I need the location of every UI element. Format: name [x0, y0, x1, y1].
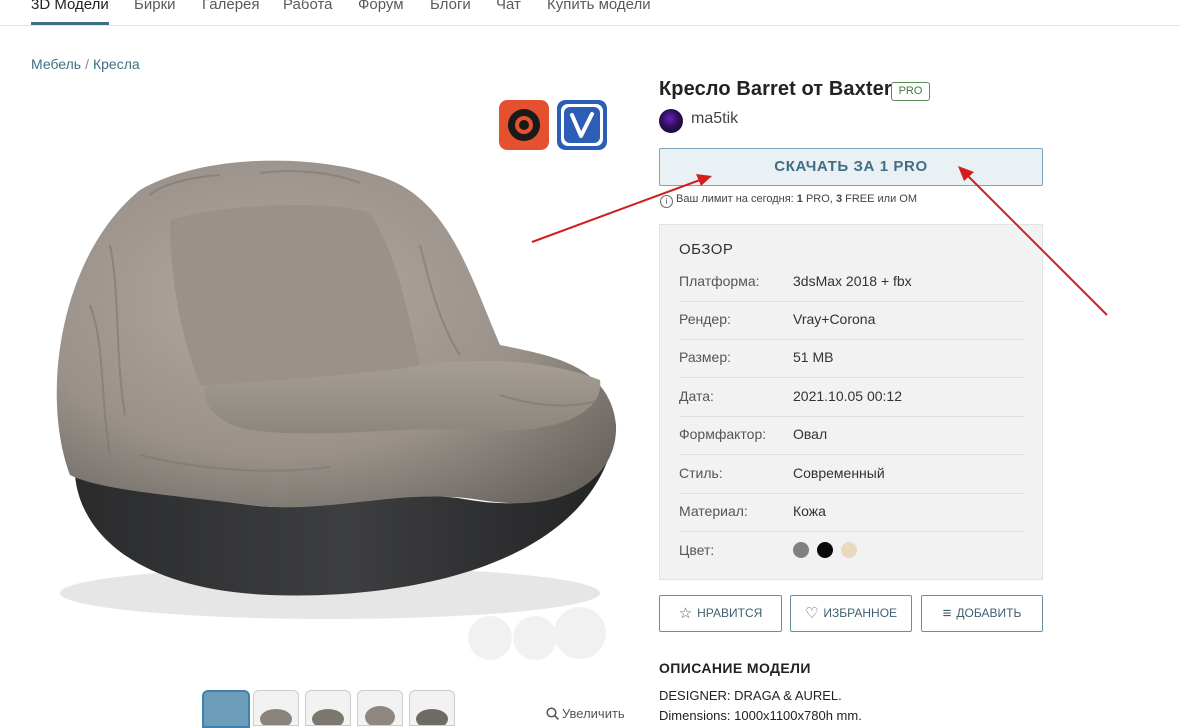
overview-row-date: Дата: 2021.10.05 00:12	[679, 378, 1024, 417]
overview-title: ОБЗОР	[679, 241, 734, 258]
gallery-thumbnail[interactable]	[253, 690, 299, 726]
top-nav: 3D Модели Бирки Галерея Работа Форум Бло…	[0, 0, 1180, 26]
author-name[interactable]: ma5tik	[691, 110, 738, 128]
overview-value: 51 MB	[793, 349, 834, 365]
overview-value[interactable]: Vray+Corona	[793, 311, 875, 327]
overview-row-style: Стиль: Современный	[679, 455, 1024, 494]
corona-render-icon	[499, 100, 549, 150]
overview-row-render: Рендер: Vray+Corona	[679, 301, 1024, 340]
breadcrumb-item-armchairs[interactable]: Кресла	[93, 56, 140, 72]
overview-value: 3dsMax 2018 + fbx	[793, 273, 912, 289]
add-label: ДОБАВИТЬ	[956, 606, 1022, 620]
like-label: НРАВИТСЯ	[697, 606, 763, 620]
limit-pro-count: 1	[796, 193, 803, 205]
limit-pro-label: PRO,	[805, 193, 833, 205]
limit-prefix: Ваш лимит на сегодня:	[676, 193, 794, 205]
vray-render-icon	[557, 100, 607, 150]
breadcrumb-item-furniture[interactable]: Мебель	[31, 56, 81, 72]
gallery-thumbnail[interactable]	[357, 690, 403, 726]
nav-item-3d-models[interactable]: 3D Модели	[31, 0, 109, 13]
star-icon: ☆	[678, 605, 693, 622]
breadcrumb: Мебель / Кресла	[31, 56, 140, 72]
download-button[interactable]: СКАЧАТЬ ЗА 1 PRO	[659, 148, 1043, 186]
zoom-link[interactable]: Увеличить	[546, 706, 625, 721]
description-line: Dimensions: 1000x1100x780h mm.	[659, 708, 862, 723]
gallery-thumbnail[interactable]	[202, 690, 250, 728]
nav-item-blogs[interactable]: Блоги	[430, 0, 471, 13]
overview-label: Цвет:	[679, 542, 715, 558]
avatar[interactable]	[659, 109, 683, 133]
overview-row-formfactor: Формфактор: Овал	[679, 416, 1024, 455]
nav-item-gallery[interactable]: Галерея	[202, 0, 260, 13]
info-icon: i	[660, 195, 673, 208]
list-add-icon: ≡	[942, 605, 952, 622]
breadcrumb-separator: /	[85, 56, 89, 72]
limit-free-count: 3	[835, 193, 843, 205]
overview-row-platform: Платформа: 3dsMax 2018 + fbx	[679, 263, 1024, 302]
overview-row-color: Цвет:	[679, 532, 1024, 570]
overview-label: Дата:	[679, 388, 714, 404]
favorite-label: ИЗБРАННОЕ	[823, 606, 898, 620]
color-swatch[interactable]	[793, 542, 809, 558]
overview-label: Платформа:	[679, 273, 760, 289]
overview-label: Стиль:	[679, 465, 723, 481]
zoom-label: Увеличить	[562, 706, 625, 721]
overview-row-material: Материал: Кожа	[679, 493, 1024, 532]
nav-item-chat[interactable]: Чат	[496, 0, 521, 13]
pro-badge: PRO	[891, 82, 930, 101]
overview-value[interactable]: Кожа	[793, 503, 826, 519]
nav-item-buy-models[interactable]: Купить модели	[547, 0, 651, 13]
nav-item-forum[interactable]: Форум	[358, 0, 404, 13]
heart-icon: ♡	[804, 605, 819, 622]
color-swatch[interactable]	[817, 542, 833, 558]
like-button[interactable]: ☆ НРАВИТСЯ	[659, 595, 782, 632]
overview-panel: ОБЗОР Платформа: 3dsMax 2018 + fbx Ренде…	[659, 224, 1043, 580]
description-line: DESIGNER: DRAGA & AUREL.	[659, 688, 842, 703]
nav-item-work[interactable]: Работа	[283, 0, 333, 13]
nav-active-indicator	[31, 22, 109, 25]
magnifier-icon	[546, 707, 559, 720]
gallery-thumbnail[interactable]	[409, 690, 455, 726]
page-title: Кресло Barret от Baxter	[659, 78, 892, 100]
overview-label: Размер:	[679, 349, 732, 365]
overview-value[interactable]: Овал	[793, 426, 827, 442]
overview-value: 2021.10.05 00:12	[793, 388, 902, 404]
overview-row-size: Размер: 51 MB	[679, 339, 1024, 378]
overview-label: Материал:	[679, 503, 748, 519]
gallery-thumbnail[interactable]	[305, 690, 351, 726]
overview-value[interactable]: Современный	[793, 465, 885, 481]
nav-item-tags[interactable]: Бирки	[134, 0, 176, 13]
favorite-button[interactable]: ♡ ИЗБРАННОЕ	[790, 595, 912, 632]
description-title: ОПИСАНИЕ МОДЕЛИ	[659, 660, 811, 676]
overview-label: Формфактор:	[679, 426, 767, 442]
add-button[interactable]: ≡ ДОБАВИТЬ	[921, 595, 1043, 632]
overview-label: Рендер:	[679, 311, 731, 327]
watermark-logo	[468, 607, 606, 660]
limit-free-suffix: FREE или ОМ	[845, 193, 918, 205]
download-limit-info: i Ваш лимит на сегодня: 1 PRO, 3 FREE или…	[660, 193, 917, 208]
color-swatch[interactable]	[841, 542, 857, 558]
